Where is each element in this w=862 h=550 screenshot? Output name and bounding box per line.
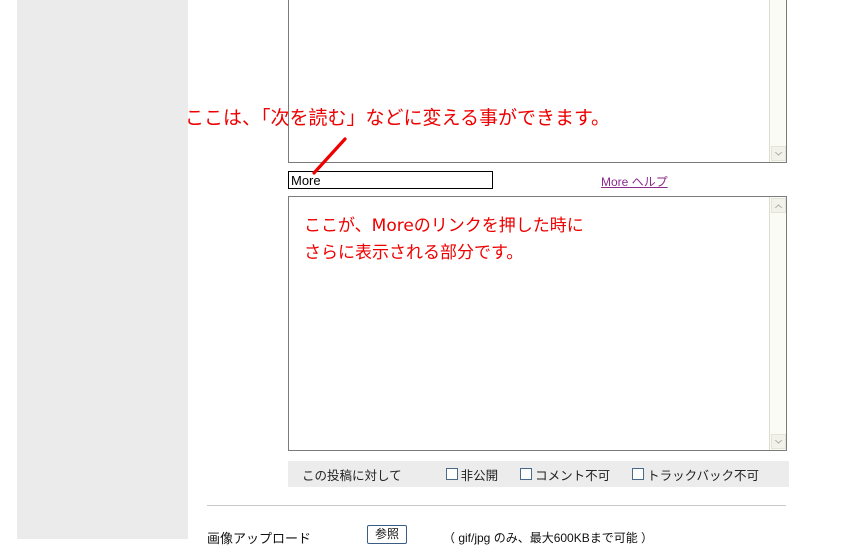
more-field-row: More ヘルプ	[288, 171, 788, 191]
image-upload-label: 画像アップロード	[207, 531, 312, 546]
browse-file-button[interactable]: 参照	[367, 525, 407, 544]
more-textarea-container[interactable]	[288, 196, 787, 451]
body-textarea-container[interactable]	[288, 0, 787, 163]
checkbox-no-trackback[interactable]: トラックバック不可	[632, 465, 759, 484]
checkbox-private-label: 非公開	[460, 468, 499, 483]
checkbox-private-box[interactable]	[445, 468, 458, 480]
main-content-column: More ヘルプ この投稿に対して 非公開 コメント不可	[188, 0, 862, 546]
post-options-label: この投稿に対して	[302, 468, 402, 483]
checkbox-no-comments-box[interactable]	[520, 468, 533, 480]
chevron-up-icon[interactable]	[771, 198, 786, 213]
checkbox-no-trackback-box[interactable]	[632, 468, 645, 480]
more-textarea-scrollbar[interactable]	[769, 197, 786, 450]
body-textarea-text[interactable]	[289, 0, 768, 162]
body-textarea-scrollbar[interactable]	[769, 0, 786, 162]
more-link-text-input[interactable]	[288, 171, 493, 189]
section-divider	[207, 505, 786, 506]
image-upload-row: 画像アップロード 参照 （ gif/jpg のみ、最大600KBまで可能 ）	[207, 525, 847, 550]
image-upload-note: （ gif/jpg のみ、最大600KBまで可能 ）	[443, 531, 654, 545]
more-help-link[interactable]: More ヘルプ	[601, 173, 668, 190]
chevron-down-icon[interactable]	[771, 434, 786, 449]
post-options-bar: この投稿に対して 非公開 コメント不可 トラックバック不可	[288, 461, 789, 487]
left-sidebar-block	[17, 0, 188, 539]
more-textarea-text[interactable]	[289, 197, 768, 450]
checkbox-private[interactable]: 非公開	[445, 465, 499, 484]
checkbox-no-comments-label: コメント不可	[535, 468, 611, 483]
checkbox-no-comments[interactable]: コメント不可	[520, 465, 610, 484]
checkbox-no-trackback-label: トラックバック不可	[647, 468, 760, 483]
chevron-down-icon[interactable]	[771, 146, 786, 161]
